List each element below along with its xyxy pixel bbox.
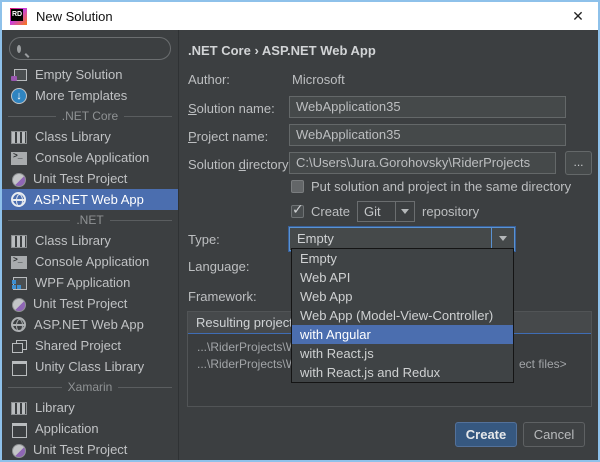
results-path-line-2: ...\RiderProjects\W [197,357,298,371]
vcs-combo[interactable]: Git [357,201,416,222]
sidebar-item-unit-test-project-net[interactable]: Unit Test Project [2,293,178,314]
sidebar-item-xamarin-application[interactable]: Application [2,418,178,439]
sidebar-item-aspnet-web-app-core[interactable]: ASP.NET Web App [2,189,178,210]
create-repository-label-after: repository [422,204,480,219]
type-label: Type: [188,232,220,247]
sidebar-item-unity-class-library[interactable]: Unity Class Library [2,356,178,377]
dropdown-option-web-api[interactable]: Web API [292,268,513,287]
sidebar-item-empty-solution[interactable]: Empty Solution [2,64,178,85]
same-directory-checkbox-row: Put solution and project in the same dir… [291,179,571,194]
same-directory-label: Put solution and project in the same dir… [311,179,572,194]
class-library-icon [11,402,27,415]
web-app-globe-icon [11,192,26,207]
type-dropdown-popup: Empty Web API Web App Web App (Model-Vie… [291,248,514,383]
sidebar-item-shared-project[interactable]: Shared Project [2,335,178,356]
sidebar-item-aspnet-web-app-net[interactable]: ASP.NET Web App [2,314,178,335]
sidebar-item-console-application-net[interactable]: Console Application [2,251,178,272]
solution-name-label: Solution name: [188,101,275,116]
sidebar-item-more-templates[interactable]: More Templates [2,85,178,106]
author-value: Microsoft [292,72,345,87]
search-input[interactable] [21,38,188,59]
window-title: New Solution [36,8,113,24]
web-app-globe-icon [11,317,26,332]
wpf-icon [11,275,27,291]
section-xamarin: Xamarin [2,377,178,397]
template-list: Empty Solution More Templates .NET Core … [2,64,178,460]
console-icon [11,256,27,269]
sidebar-item-class-library-core[interactable]: Class Library [2,126,178,147]
sidebar-item-class-library-net[interactable]: Class Library [2,230,178,251]
sidebar-item-xamarin-unit-test[interactable]: Unit Test Project [2,439,178,460]
dropdown-option-web-app[interactable]: Web App [292,287,513,306]
create-repository-label-before: Create [311,204,351,219]
vcs-checkbox-row: Create Git repository [291,201,479,222]
sidebar-item-wpf-application[interactable]: WPF Application [2,272,178,293]
vcs-combo-arrow-icon[interactable] [395,202,414,221]
section-dotnet: .NET [2,210,178,230]
solution-directory-field[interactable]: C:\Users\Jura.Gorohovsky\RiderProjects [289,152,556,174]
dropdown-option-with-react-redux[interactable]: with React.js and Redux [292,363,513,382]
unit-test-icon [12,297,26,312]
new-solution-dialog: New Solution ✕ Empty Solution More Templ… [0,0,600,462]
results-path-line-2-right: ect files> [519,357,567,371]
same-directory-checkbox[interactable] [291,180,304,193]
breadcrumb: .NET Core › ASP.NET Web App [188,43,376,58]
application-icon [11,421,27,438]
settings-panel: .NET Core › ASP.NET Web App Author: Micr… [179,30,598,460]
sidebar-item-xamarin-library[interactable]: Library [2,397,178,418]
framework-label: Framework: [188,289,257,304]
cancel-button[interactable]: Cancel [523,422,585,447]
shared-project-icon [11,338,27,354]
create-button[interactable]: Create [455,422,517,447]
unit-test-icon [12,172,26,187]
class-library-icon [11,235,27,248]
sidebar-item-console-application-core[interactable]: Console Application [2,147,178,168]
class-library-icon [11,131,27,144]
solution-icon [11,67,27,83]
project-name-field[interactable]: WebApplication35 [289,124,566,146]
author-label: Author: [188,72,230,87]
language-label: Language: [188,259,250,274]
sidebar-item-unit-test-project-core[interactable]: Unit Test Project [2,168,178,189]
browse-button[interactable]: ... [565,151,592,175]
title-bar: New Solution ✕ [2,2,598,30]
search-box[interactable] [9,37,188,60]
section-dotnet-core: .NET Core [2,106,178,126]
rider-logo-icon [10,7,27,25]
dropdown-option-web-app-mvc[interactable]: Web App (Model-View-Controller) [292,306,513,325]
search-icon [17,44,21,53]
type-combo-value: Empty [297,231,334,246]
more-templates-icon [11,87,27,104]
dropdown-option-with-angular[interactable]: with Angular [292,325,513,344]
vcs-combo-value: Git [364,204,381,219]
close-icon[interactable]: ✕ [558,2,598,30]
dropdown-option-empty[interactable]: Empty [292,249,513,268]
template-sidebar: Empty Solution More Templates .NET Core … [2,30,188,460]
results-path-line-1: ...\RiderProjects\W [197,340,298,354]
solution-name-field[interactable]: WebApplication35 [289,96,566,118]
solution-directory-label: Solution directory: [188,157,293,172]
project-name-label: Project name: [188,129,269,144]
type-combo-arrow-icon[interactable] [491,228,514,250]
dropdown-option-with-react[interactable]: with React.js [292,344,513,363]
create-repository-checkbox[interactable] [291,201,304,218]
unit-test-icon [12,443,26,458]
console-icon [11,152,27,165]
unity-library-icon [11,359,27,376]
